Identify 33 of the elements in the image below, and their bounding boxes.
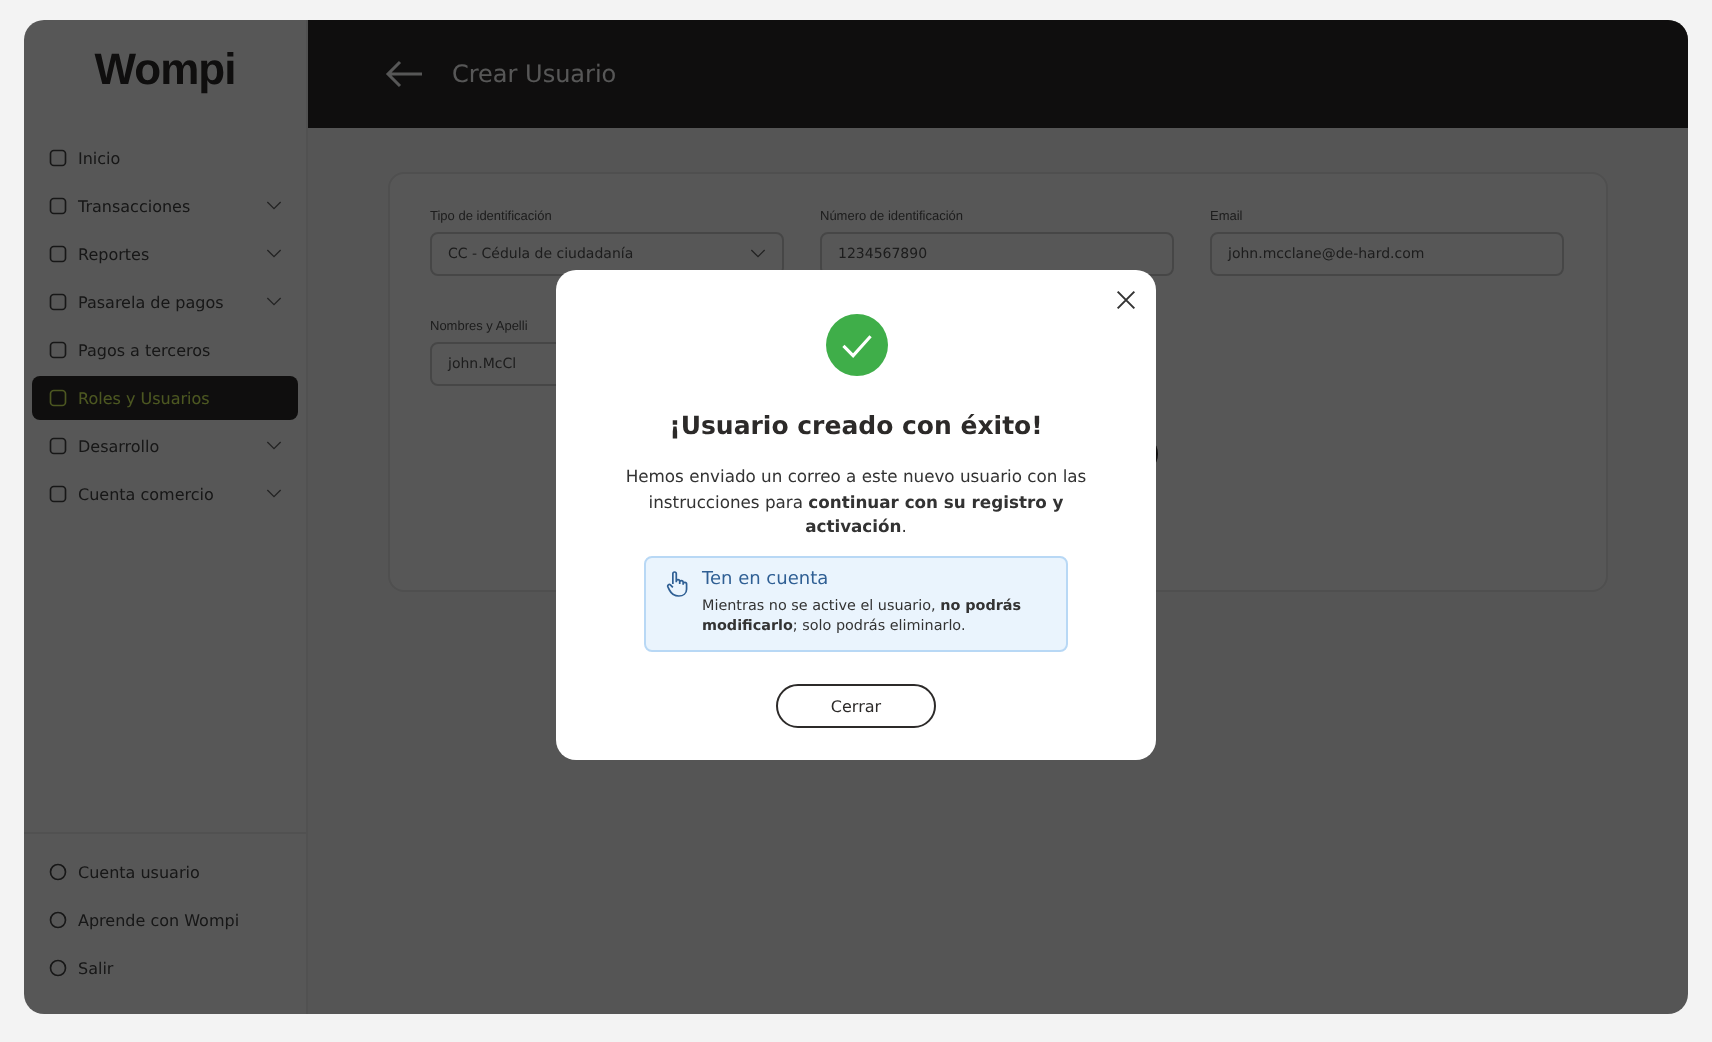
sidebar-footer-item[interactable]: Aprende con Wompi xyxy=(32,898,298,942)
menu-item-icon xyxy=(48,196,68,216)
back-arrow-icon[interactable] xyxy=(384,60,424,88)
sidebar-item[interactable]: Transacciones xyxy=(32,184,298,228)
menu-item-icon xyxy=(48,910,68,930)
sidebar-footer-item[interactable]: Salir xyxy=(32,946,298,990)
close-icon[interactable] xyxy=(1116,290,1136,310)
menu-item-icon xyxy=(48,340,68,360)
sidebar-item[interactable]: Cuenta comercio xyxy=(32,472,298,516)
notice-title: Ten en cuenta xyxy=(702,569,831,590)
sidebar-item[interactable]: Roles y Usuarios xyxy=(32,376,298,420)
menu-item-icon xyxy=(48,148,68,168)
chevron-down-icon xyxy=(750,248,766,260)
menu-item-icon xyxy=(48,436,68,456)
close-button[interactable]: Cerrar xyxy=(776,684,936,728)
sidebar-item[interactable]: Pasarela de pagos xyxy=(32,280,298,324)
menu-item-icon xyxy=(48,484,68,504)
menu-item-icon xyxy=(48,862,68,882)
dialog-title: ¡Usuario creado con éxito! xyxy=(669,410,1043,440)
menu-item-icon xyxy=(48,958,68,978)
hand-pointer-icon xyxy=(666,569,690,598)
sidebar-item[interactable]: Inicio xyxy=(32,136,298,180)
dialog-message: Hemos enviado un correo a este nuevo usuario con las instrucciones para continuar con su registro y activación. xyxy=(623,464,1089,540)
sidebar-item[interactable]: Reportes xyxy=(32,232,298,276)
menu-item-icon xyxy=(48,244,68,264)
menu-item-icon xyxy=(48,388,68,408)
page-title: Crear Usuario xyxy=(452,60,617,88)
sidebar-item[interactable]: Desarrollo xyxy=(32,424,298,468)
sidebar-footer-item[interactable]: Cuenta usuario xyxy=(32,850,298,894)
brand-logo: Wompi xyxy=(92,42,238,98)
sidebar-item[interactable]: Pagos a terceros xyxy=(32,328,298,372)
menu-item-icon xyxy=(48,292,68,312)
check-circle-icon xyxy=(825,314,887,376)
